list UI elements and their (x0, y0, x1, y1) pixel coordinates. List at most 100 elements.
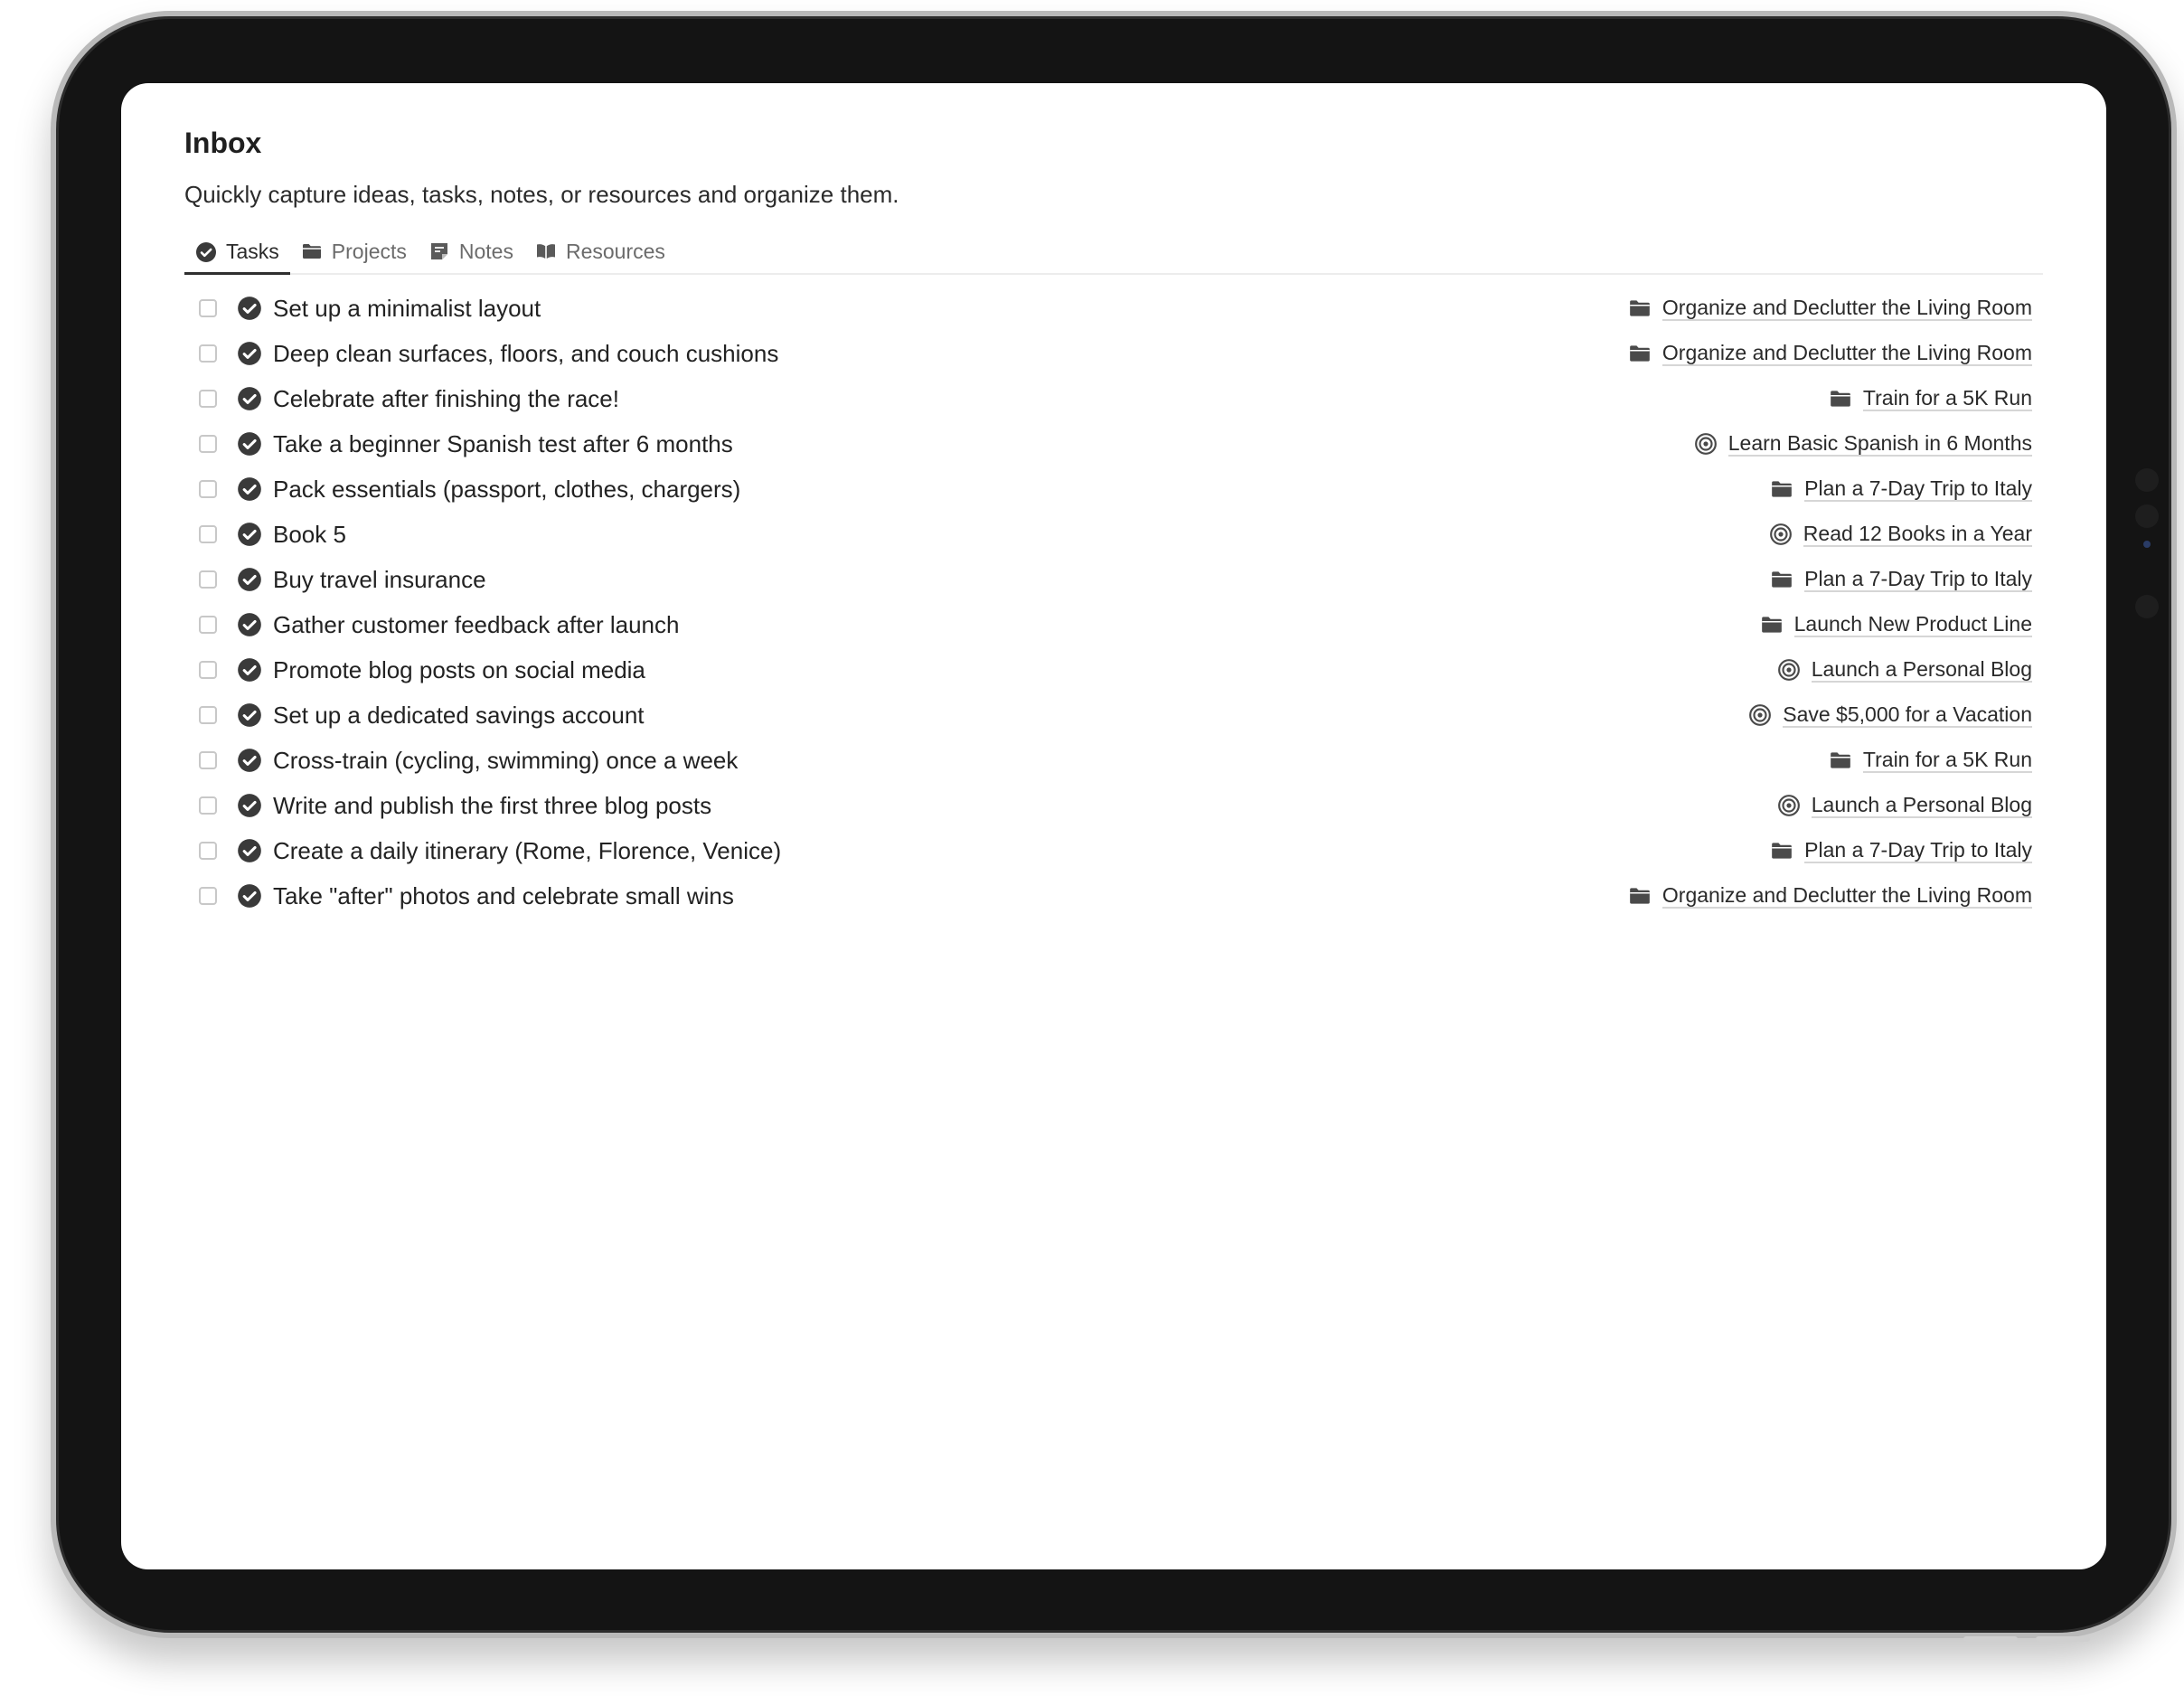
task-row[interactable]: Set up a minimalist layout Organize and D… (184, 286, 2043, 331)
folder-icon (1760, 613, 1784, 636)
project-link[interactable]: Save $5,000 for a Vacation (1748, 702, 2032, 728)
page-description: Quickly capture ideas, tasks, notes, or … (184, 181, 899, 208)
project-link[interactable]: Plan a 7-Day Trip to Italy (1770, 838, 2032, 863)
check-circle-icon (237, 431, 262, 457)
project-link[interactable]: Organize and Declutter the Living Room (1628, 341, 2032, 366)
book-icon (535, 240, 557, 262)
tab-tasks[interactable]: Tasks (184, 231, 290, 275)
task-row[interactable]: Promote blog posts on social media Launch… (184, 647, 2043, 693)
tab-projects[interactable]: Projects (290, 230, 418, 273)
hardware-button (1963, 1636, 2018, 1642)
hardware-button (2036, 1636, 2090, 1642)
task-title[interactable]: Gather customer feedback after launch (273, 611, 1760, 639)
task-list: Set up a minimalist layout Organize and D… (184, 286, 2043, 919)
task-checkbox[interactable] (199, 796, 217, 815)
task-title[interactable]: Cross-train (cycling, swimming) once a w… (273, 747, 1829, 775)
task-row[interactable]: Book 5 Read 12 Books in a Year (184, 512, 2043, 557)
project-link[interactable]: Launch a Personal Blog (1777, 793, 2032, 818)
task-row[interactable]: Cross-train (cycling, swimming) once a w… (184, 738, 2043, 783)
project-label: Plan a 7-Day Trip to Italy (1804, 838, 2032, 863)
check-circle-icon (237, 883, 262, 909)
task-title[interactable]: Celebrate after finishing the race! (273, 385, 1829, 413)
task-title[interactable]: Create a daily itinerary (Rome, Florence… (273, 837, 1770, 865)
task-checkbox[interactable] (199, 661, 217, 679)
side-sensor (2135, 595, 2159, 618)
task-row[interactable]: Pack essentials (passport, clothes, char… (184, 466, 2043, 512)
task-checkbox[interactable] (199, 887, 217, 905)
task-row[interactable]: Deep clean surfaces, floors, and couch c… (184, 331, 2043, 376)
project-link[interactable]: Organize and Declutter the Living Room (1628, 883, 2032, 909)
project-link[interactable]: Launch a Personal Blog (1777, 657, 2032, 683)
folder-icon (301, 240, 323, 262)
side-sensor (2135, 504, 2159, 528)
project-label: Launch New Product Line (1793, 612, 2032, 637)
task-row[interactable]: Take a beginner Spanish test after 6 mon… (184, 421, 2043, 466)
project-link[interactable]: Organize and Declutter the Living Room (1628, 296, 2032, 321)
task-checkbox[interactable] (199, 344, 217, 363)
task-checkbox[interactable] (199, 435, 217, 453)
check-circle-icon (237, 567, 262, 592)
task-row[interactable]: Set up a dedicated savings account Save $… (184, 693, 2043, 738)
task-checkbox[interactable] (199, 842, 217, 860)
project-label: Learn Basic Spanish in 6 Months (1727, 431, 2032, 457)
side-sensor (2135, 468, 2159, 492)
folder-icon (1628, 342, 1652, 365)
task-title[interactable]: Write and publish the first three blog p… (273, 792, 1777, 820)
project-label: Train for a 5K Run (1862, 386, 2032, 411)
task-checkbox[interactable] (199, 751, 217, 769)
task-row[interactable]: Create a daily itinerary (Rome, Florence… (184, 828, 2043, 873)
check-circle-icon (237, 793, 262, 818)
tab-notes[interactable]: Notes (418, 230, 524, 273)
project-link[interactable]: Launch New Product Line (1760, 612, 2032, 637)
check-circle-icon (237, 838, 262, 863)
task-checkbox[interactable] (199, 390, 217, 408)
task-title[interactable]: Set up a dedicated savings account (273, 702, 1748, 730)
project-label: Launch a Personal Blog (1811, 793, 2032, 818)
task-title[interactable]: Book 5 (273, 521, 1769, 549)
task-row[interactable]: Buy travel insurance Plan a 7-Day Trip to… (184, 557, 2043, 602)
task-checkbox[interactable] (199, 706, 217, 724)
task-title[interactable]: Deep clean surfaces, floors, and couch c… (273, 340, 1628, 368)
task-row[interactable]: Celebrate after finishing the race! Train… (184, 376, 2043, 421)
check-circle-icon (237, 296, 262, 321)
project-label: Plan a 7-Day Trip to Italy (1804, 567, 2032, 592)
folder-icon (1829, 387, 1852, 410)
task-title[interactable]: Pack essentials (passport, clothes, char… (273, 476, 1770, 504)
task-checkbox[interactable] (199, 299, 217, 317)
tab-label: Notes (458, 239, 513, 263)
tab-resources[interactable]: Resources (524, 230, 676, 273)
project-link[interactable]: Plan a 7-Day Trip to Italy (1770, 567, 2032, 592)
front-camera (2143, 541, 2151, 548)
folder-icon (1770, 477, 1793, 501)
task-title[interactable]: Promote blog posts on social media (273, 656, 1777, 684)
check-circle-icon (237, 341, 262, 366)
tab-label: Resources (565, 239, 665, 263)
check-circle-icon (237, 386, 262, 411)
task-checkbox[interactable] (199, 616, 217, 634)
task-checkbox[interactable] (199, 570, 217, 589)
target-icon (1777, 794, 1801, 817)
task-checkbox[interactable] (199, 525, 217, 543)
task-title[interactable]: Take "after" photos and celebrate small … (273, 882, 1628, 910)
project-label: Train for a 5K Run (1862, 748, 2032, 773)
task-row[interactable]: Gather customer feedback after launch Lau… (184, 602, 2043, 647)
project-link[interactable]: Train for a 5K Run (1829, 386, 2032, 411)
project-link[interactable]: Train for a 5K Run (1829, 748, 2032, 773)
task-checkbox[interactable] (199, 480, 217, 498)
tab-label: Tasks (226, 240, 279, 263)
project-link[interactable]: Learn Basic Spanish in 6 Months (1694, 431, 2032, 457)
task-row[interactable]: Write and publish the first three blog p… (184, 783, 2043, 828)
project-label: Read 12 Books in a Year (1803, 522, 2032, 547)
task-title[interactable]: Take a beginner Spanish test after 6 mon… (273, 430, 1694, 458)
project-link[interactable]: Read 12 Books in a Year (1769, 522, 2032, 547)
target-icon (1694, 432, 1718, 456)
project-label: Organize and Declutter the Living Room (1662, 341, 2032, 366)
task-title[interactable]: Buy travel insurance (273, 566, 1770, 594)
project-link[interactable]: Plan a 7-Day Trip to Italy (1770, 476, 2032, 502)
task-row[interactable]: Take "after" photos and celebrate small … (184, 873, 2043, 919)
target-icon (1777, 658, 1801, 682)
task-title[interactable]: Set up a minimalist layout (273, 295, 1628, 323)
check-circle-icon (237, 748, 262, 773)
note-icon (428, 240, 450, 262)
folder-icon (1770, 568, 1793, 591)
